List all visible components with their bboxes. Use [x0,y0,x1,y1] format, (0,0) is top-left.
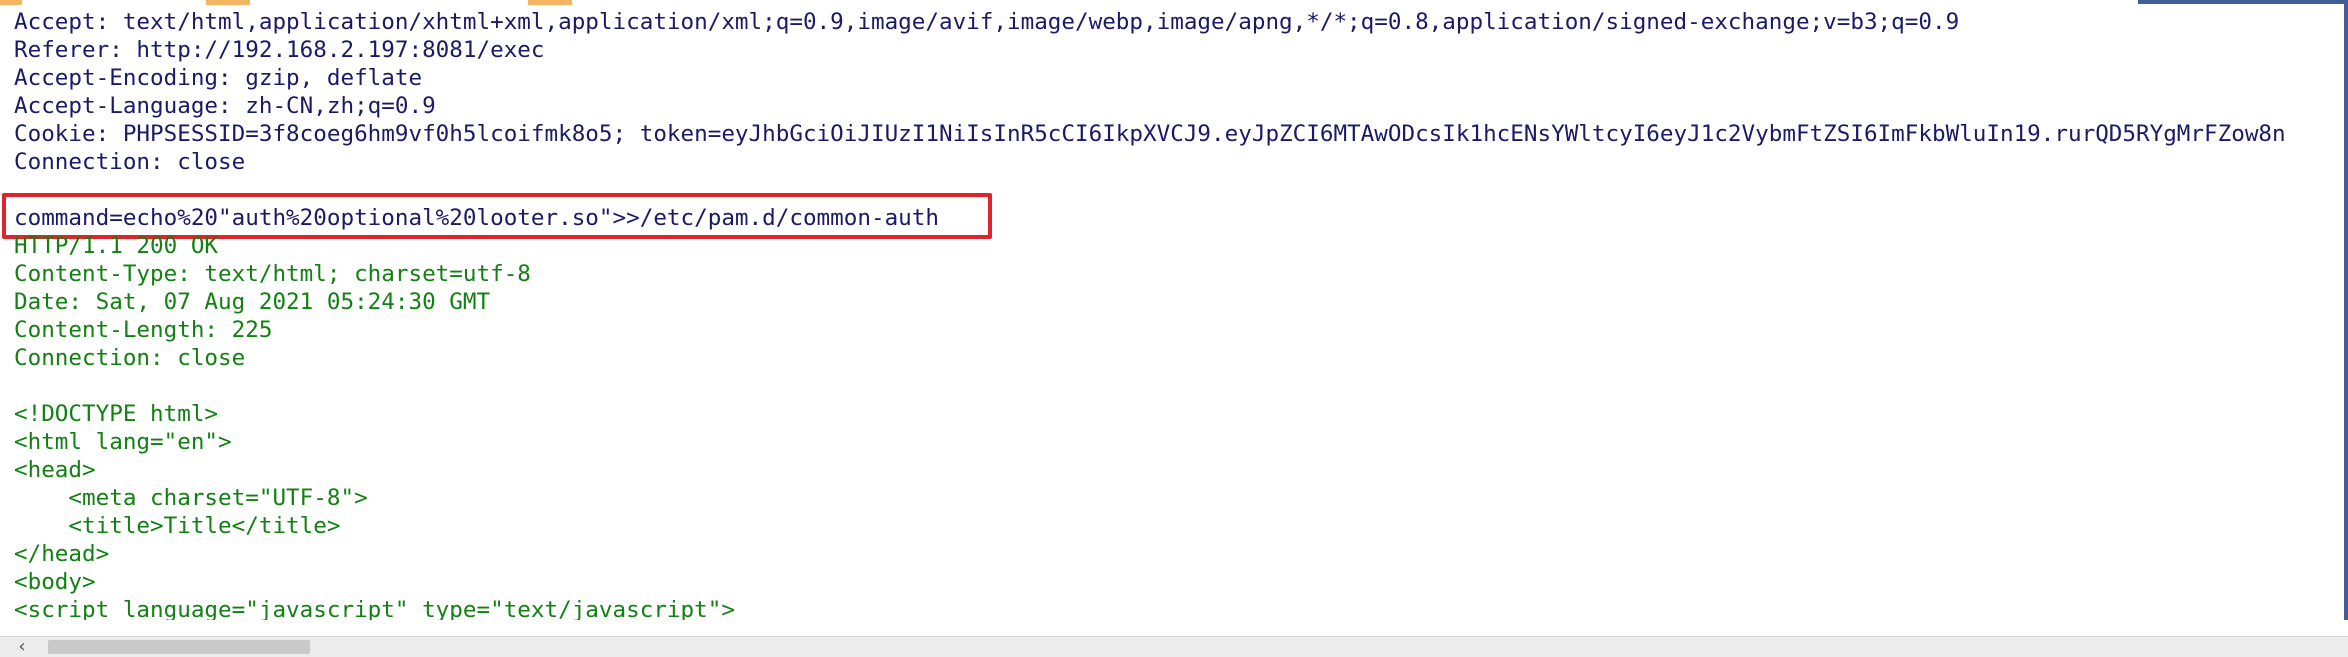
response-header-line: Content-Type: text/html; charset=utf-8 [14,261,531,287]
response-body-line: <body> [14,569,96,595]
response-body-line: <script language="javascript" type="text… [14,597,735,620]
response-header-line: HTTP/1.1 200 OK [14,233,219,259]
tab-marker [0,0,22,5]
response-body-line: <title>Title</title> [14,513,341,539]
http-message-pane[interactable]: Accept: text/html,application/xhtml+xml,… [0,6,2344,620]
scrollbar-thumb[interactable] [48,640,310,654]
response-header-line: Content-Length: 225 [14,317,273,343]
response-body-line: <!DOCTYPE html> [14,401,219,427]
response-body-line: </head> [14,541,110,567]
response-header-line: Connection: close [14,345,246,371]
chevron-left-icon[interactable]: ‹ [4,638,40,656]
response-header-line: Date: Sat, 07 Aug 2021 05:24:30 GMT [14,289,491,315]
window-edge-top [2138,0,2348,4]
request-header-line: Accept: text/html,application/xhtml+xml,… [14,9,1960,35]
request-header-line: Referer: http://192.168.2.197:8081/exec [14,37,545,63]
request-header-line: Cookie: PHPSESSID=3f8coeg6hm9vf0h5lcoifm… [14,121,2286,147]
tab-marker [206,0,250,5]
horizontal-scrollbar[interactable]: ‹ [0,636,2348,657]
request-header-line: Accept-Language: zh-CN,zh;q=0.9 [14,93,436,119]
response-body-line: <head> [14,457,96,483]
request-header-line: Connection: close [14,149,246,175]
response-body-line: <meta charset="UTF-8"> [14,485,368,511]
window-edge-right [2344,0,2348,620]
tab-marker [528,0,572,5]
request-header-line: Accept-Encoding: gzip, deflate [14,65,423,91]
response-body-line: <html lang="en"> [14,429,232,455]
